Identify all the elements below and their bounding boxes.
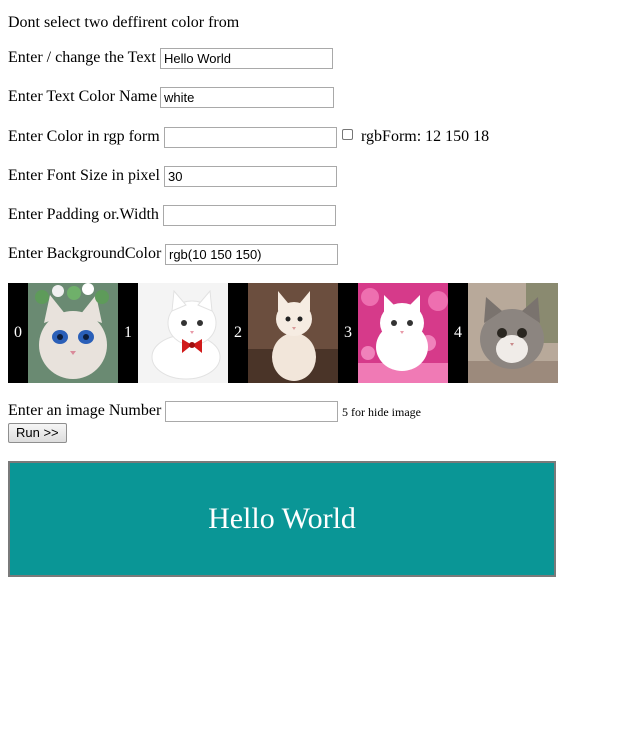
output-preview: Hello World [8, 461, 556, 577]
rgb-form-label: rgbForm: 12 150 18 [361, 128, 490, 145]
text-input[interactable] [160, 48, 333, 69]
image-number-hint: 5 for hide image [342, 405, 421, 419]
rgb-form-checkbox[interactable] [342, 129, 353, 140]
cat-image-1 [138, 283, 228, 383]
font-size-label: Enter Font Size in pixel [8, 167, 160, 184]
cat-image-0 [28, 283, 118, 383]
image-number-2: 2 [234, 324, 242, 341]
cat-image-3 [358, 283, 448, 383]
image-number-3: 3 [344, 324, 352, 341]
rgb-color-input[interactable] [164, 127, 337, 148]
image-number-input[interactable] [165, 401, 338, 422]
font-size-input[interactable] [164, 166, 337, 187]
text-color-label: Enter Text Color Name [8, 88, 158, 105]
padding-label: Enter Padding or.Width [8, 206, 159, 223]
cat-image-2 [248, 283, 338, 383]
text-color-input[interactable] [160, 87, 334, 108]
image-number-1: 1 [124, 324, 132, 341]
instruction-note: Dont select two deffirent color from [8, 14, 240, 31]
image-number-0: 0 [14, 324, 22, 341]
background-color-label: Enter BackgroundColor [8, 245, 162, 262]
output-text: Hello World [208, 502, 356, 535]
image-strip: 0 1 2 3 4 [8, 283, 558, 383]
text-label: Enter / change the Text [8, 49, 156, 66]
cat-image-4 [468, 283, 558, 383]
image-number-label: Enter an image Number [8, 402, 162, 419]
run-button[interactable]: Run >> [8, 423, 67, 443]
padding-input[interactable] [163, 205, 336, 226]
image-number-4: 4 [454, 324, 462, 341]
rgb-color-label: Enter Color in rgp form [8, 128, 160, 145]
background-color-input[interactable] [165, 244, 338, 265]
